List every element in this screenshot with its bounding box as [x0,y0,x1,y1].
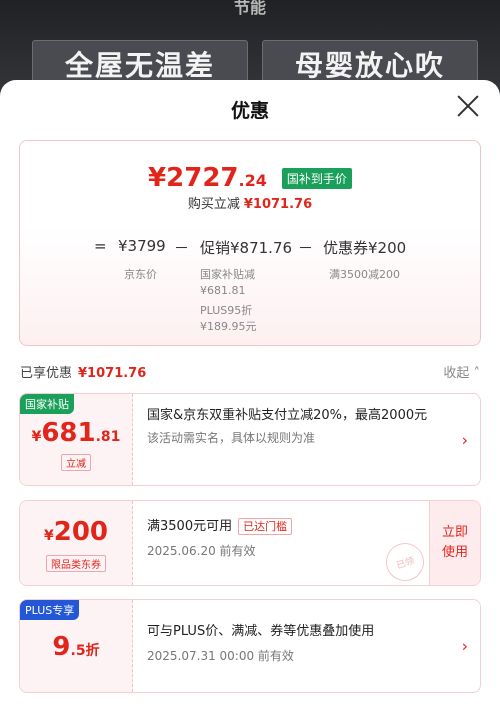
discount-amount: ¥681.81 [31,418,121,448]
price-summary: ¥2727.24 国补到手价 购买立减 ¥1071.76 = ¥3799 － 促销… [19,140,481,346]
promotion-amount: 促销¥871.76 [200,239,293,257]
instant-discount-tag: 立减 [61,454,91,471]
equals-sign: = [94,237,107,255]
price-breakdown: = ¥3799 － 促销¥871.76 － 优惠券¥200 [20,237,480,257]
national-subsidy-badge: 国家补贴 [20,394,74,414]
jd-price-label: 京东价 [124,268,157,281]
close-icon[interactable] [456,94,480,118]
chevron-right-icon[interactable]: › [462,430,468,449]
plus-discount-rate: 9.5折 [52,632,100,662]
use-now-button[interactable]: 立即使用 [429,501,480,585]
plus-discount-description: 可与PLUS价、满减、券等优惠叠加使用 2025.07.31 00:00 前有效 [147,624,375,663]
sheet-title: 优惠 [230,100,269,122]
instant-discount: 购买立减 ¥1071.76 [187,197,313,212]
coupon-amount-panel: ¥200 限品类东券 [20,501,133,585]
coupon-value: ¥200 [43,517,109,547]
promotion-detail: 国家补贴减 ¥681.81 PLUS95折 ¥189.95元 [200,268,257,333]
price-type-tag: 国补到手价 [281,167,352,189]
coupon-condition: 满3500减200 [329,268,400,281]
threshold-reached-tag: 已达门槛 [238,518,293,535]
banner-top-text: 节能 [233,0,266,17]
enjoyed-discount: 已享优惠 ¥1071.76 [20,366,147,381]
coupon-card[interactable]: ¥200 限品类东券 满3500元可用 已达门槛 2025.06.20 前有效 已… [19,500,481,586]
coupon-amount: 优惠券¥200 [323,239,407,257]
minus-sign: － [174,239,190,257]
collapse-button[interactable]: 收起 ˄ [443,362,480,381]
final-price: ¥2727.24 [148,163,267,193]
chevron-up-icon: ˄ [473,366,481,381]
jd-price: ¥3799 [118,237,166,255]
plus-discount-card[interactable]: PLUS专享 9.5折 可与PLUS价、满减、券等优惠叠加使用 2025.07.… [19,599,481,693]
national-subsidy-card[interactable]: 国家补贴 ¥681.81 立减 国家&京东双重补贴支付立减20%，最高2000元… [19,393,481,486]
discount-amount-panel: 国家补贴 ¥681.81 立减 [20,394,133,485]
plus-discount-panel: PLUS专享 9.5折 [20,600,133,692]
coupon-category-tag: 限品类东券 [46,555,106,572]
minus-sign: － [298,239,314,257]
discount-description: 国家&京东双重补贴支付立减20%，最高2000元 该活动需实名，具体以规则为准 [147,408,428,445]
discount-sheet: 优惠 ¥2727.24 国补到手价 购买立减 ¥1071.76 = ¥3799 －… [0,80,500,706]
chevron-right-icon[interactable]: › [462,637,468,656]
plus-exclusive-badge: PLUS专享 [20,600,80,620]
